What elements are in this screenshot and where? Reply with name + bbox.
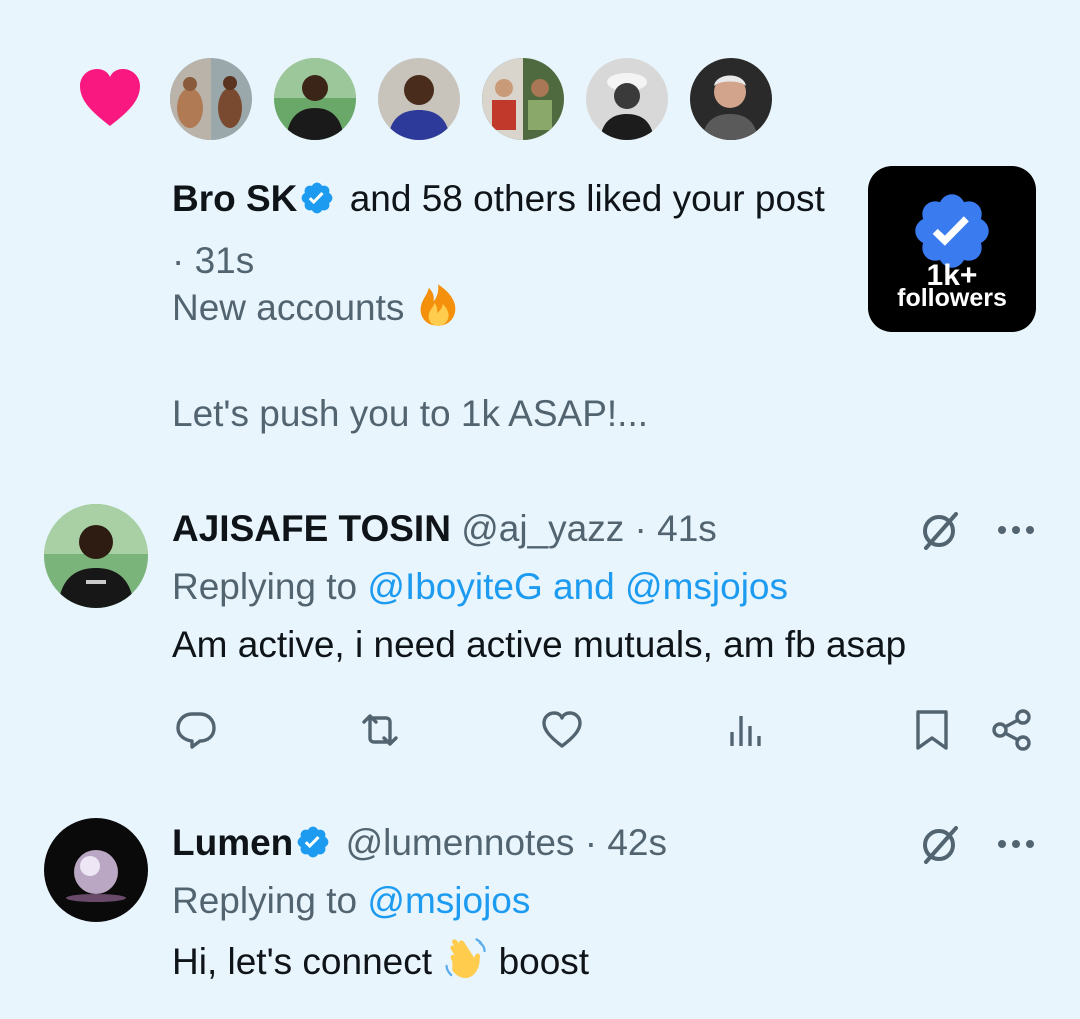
reply-header: AJISAFE TOSIN @aj_yazz · 41s [172, 506, 717, 552]
verified-badge-icon [299, 180, 335, 216]
reply-author-name[interactable]: Lumen [172, 822, 293, 863]
bookmark-icon[interactable] [910, 708, 954, 752]
reply-text: Hi, let's connect boost [172, 936, 589, 985]
replying-label: Replying to [172, 880, 358, 921]
replying-to: Replying to @msjojos [172, 878, 530, 924]
waving-hand-emoji-icon [442, 936, 488, 982]
grok-icon[interactable] [918, 822, 962, 866]
reply-icon[interactable] [174, 708, 218, 752]
post-preview-line2: Let's push you to 1k ASAP!... [172, 393, 649, 434]
like-notification-text[interactable]: Bro SK and 58 others liked your post · 3… [172, 168, 832, 292]
replying-to-handles[interactable]: @IboyiteG and @msjojos [367, 566, 788, 607]
post-preview-line1: New accounts [172, 287, 405, 328]
liker-avatar-4[interactable] [482, 58, 564, 140]
liked-text: and 58 others liked your post [349, 178, 825, 219]
liker-avatar-6[interactable] [690, 58, 772, 140]
replying-to: Replying to @IboyiteG and @msjojos [172, 564, 788, 610]
dot-separator: · [624, 508, 658, 549]
reply-author-handle[interactable]: @lumennotes [346, 822, 575, 863]
reply-avatar[interactable] [44, 504, 148, 608]
dot-separator: · [574, 822, 608, 863]
thumbnail-line2: followers [897, 284, 1007, 312]
fire-emoji-icon [415, 282, 461, 328]
grok-icon[interactable] [918, 508, 962, 552]
reply-time: 41s [657, 508, 717, 549]
more-options-icon[interactable] [994, 508, 1038, 552]
notification-time: 31s [194, 240, 255, 281]
verified-badge-icon [295, 824, 331, 860]
like-icon[interactable] [540, 708, 584, 752]
post-preview[interactable]: New accounts [172, 282, 812, 334]
more-options-icon[interactable] [994, 822, 1038, 866]
liker-avatar-2[interactable] [274, 58, 356, 140]
retweet-icon[interactable] [358, 708, 402, 752]
replying-to-handles[interactable]: @msjojos [367, 880, 530, 921]
liker-name[interactable]: Bro SK [172, 178, 297, 219]
liker-avatar-5[interactable] [586, 58, 668, 140]
share-icon[interactable] [990, 708, 1034, 752]
replying-label: Replying to [172, 566, 358, 607]
liker-avatar-3[interactable] [378, 58, 460, 140]
reply-text-before: Hi, let's connect [172, 941, 433, 982]
post-thumbnail[interactable]: 1k+ followers [868, 166, 1036, 332]
reply-text-after: boost [498, 941, 590, 982]
reply-time: 42s [607, 822, 667, 863]
dot-separator: · [172, 240, 195, 281]
reply-author-handle[interactable]: @aj_yazz [461, 508, 624, 549]
reply-avatar[interactable] [44, 818, 148, 922]
views-icon[interactable] [724, 708, 768, 752]
reply-author-name[interactable]: AJISAFE TOSIN [172, 508, 451, 549]
reply-text: Am active, i need active mutuals, am fb … [172, 624, 907, 665]
heart-icon [78, 68, 142, 128]
reply-header: Lumen @lumennotes · 42s [172, 820, 667, 866]
liker-avatar-1[interactable] [170, 58, 252, 140]
